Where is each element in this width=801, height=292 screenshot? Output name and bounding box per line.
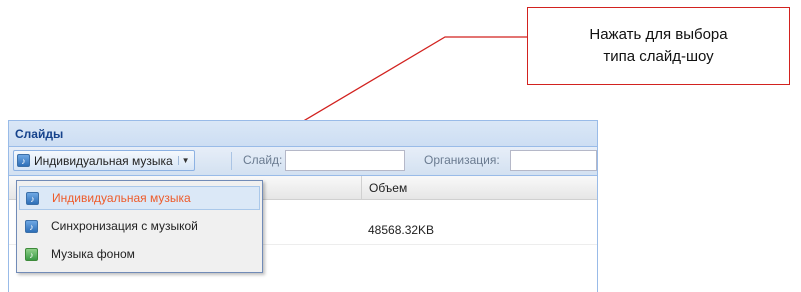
menu-item-individual-music[interactable]: ♪ Индивидуальная музыка — [19, 186, 260, 210]
background-music-icon: ♪ — [25, 247, 38, 261]
menu-item-sync-music[interactable]: ♪ Синхронизация с музыкой — [19, 214, 260, 238]
music-note-icon: ♪ — [26, 191, 39, 205]
toolbar: ♪ Индивидуальная музыка ▼ Слайд: Организ… — [9, 147, 597, 176]
dropdown-arrow-icon[interactable]: ▼ — [177, 156, 190, 165]
music-type-button-label: Индивидуальная музыка — [34, 153, 173, 168]
callout-box: Нажать для выбора типа слайд-шоу — [527, 7, 790, 85]
menu-item-label: Индивидуальная музыка — [52, 191, 191, 205]
organization-input[interactable] — [510, 150, 597, 171]
music-sync-icon: ♪ — [25, 219, 38, 233]
organization-label: Организация: — [424, 153, 500, 167]
column-header-size[interactable]: Объем — [361, 176, 597, 199]
menu-item-label: Музыка фоном — [51, 247, 135, 261]
music-type-menu: ♪ Индивидуальная музыка ♪ Синхронизация … — [16, 180, 263, 273]
menu-item-background-music[interactable]: ♪ Музыка фоном — [19, 242, 260, 266]
music-note-icon: ♪ — [17, 154, 30, 167]
size-cell: 48568.32KB — [368, 223, 435, 237]
callout-text-line2: типа слайд-шоу — [603, 48, 714, 65]
callout-text-line1: Нажать для выбора — [589, 26, 728, 43]
slide-label: Слайд: — [243, 153, 283, 167]
menu-item-label: Синхронизация с музыкой — [51, 219, 198, 233]
music-type-split-button[interactable]: ♪ Индивидуальная музыка ▼ — [13, 150, 195, 171]
toolbar-separator — [231, 152, 232, 170]
panel-title: Слайды — [9, 121, 597, 147]
slide-input[interactable] — [285, 150, 405, 171]
